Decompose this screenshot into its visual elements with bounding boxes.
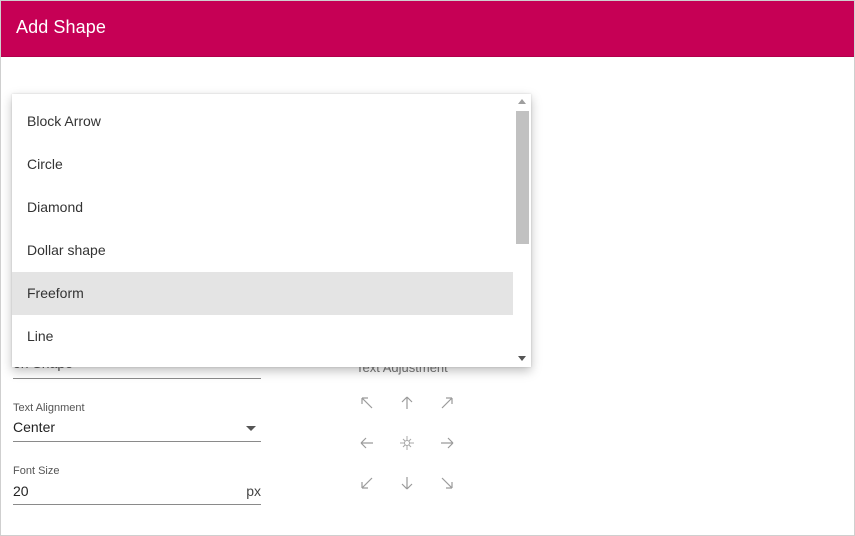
text-alignment-value: Center (13, 419, 56, 435)
arrow-down-left-icon[interactable] (357, 473, 377, 493)
chevron-down-icon[interactable] (246, 426, 256, 431)
dropdown-item-freeform[interactable]: Freeform (12, 272, 513, 315)
text-alignment-label: Text Alignment (13, 402, 85, 414)
dropdown-item-block-arrow[interactable]: Block Arrow (12, 100, 513, 143)
text-alignment-select[interactable]: Text Alignment Center (13, 401, 261, 443)
arrow-up-icon[interactable] (397, 393, 417, 413)
font-size-input[interactable]: 20 (13, 483, 29, 499)
font-size-label: Font Size (13, 465, 60, 477)
dropdown-item-line[interactable]: Line (12, 315, 513, 358)
shape-select-underline (13, 378, 261, 379)
arrow-up-right-icon[interactable] (437, 393, 457, 413)
dropdown-item-diamond[interactable]: Diamond (12, 186, 513, 229)
font-size-field[interactable]: Font Size 20 px (13, 464, 261, 506)
scroll-down-arrow-icon[interactable] (518, 356, 526, 361)
dropdown-item-circle[interactable]: Circle (12, 143, 513, 186)
arrow-up-left-icon[interactable] (357, 393, 377, 413)
dialog-header: Add Shape (1, 1, 854, 57)
text-adjustment-grid (356, 393, 466, 493)
arrow-down-icon[interactable] (397, 473, 417, 493)
dropdown-scrollbar[interactable] (513, 94, 531, 367)
scrollbar-thumb[interactable] (516, 111, 529, 244)
dropdown-item-dollar-shape[interactable]: Dollar shape (12, 229, 513, 272)
arrow-left-icon[interactable] (357, 433, 377, 453)
font-size-underline (13, 504, 261, 505)
add-shape-dialog: Add Shape on Shape Text Alignment Center… (0, 0, 855, 536)
text-alignment-underline (13, 441, 261, 442)
font-size-unit: px (246, 483, 261, 499)
shape-dropdown-popup: Block Arrow Circle Diamond Dollar shape … (12, 94, 531, 367)
arrow-right-icon[interactable] (437, 433, 457, 453)
dialog-title: Add Shape (16, 17, 106, 37)
arrow-down-right-icon[interactable] (437, 473, 457, 493)
center-icon[interactable] (397, 433, 417, 453)
scroll-up-arrow-icon[interactable] (518, 99, 526, 104)
shape-dropdown-list: Block Arrow Circle Diamond Dollar shape … (12, 100, 513, 358)
